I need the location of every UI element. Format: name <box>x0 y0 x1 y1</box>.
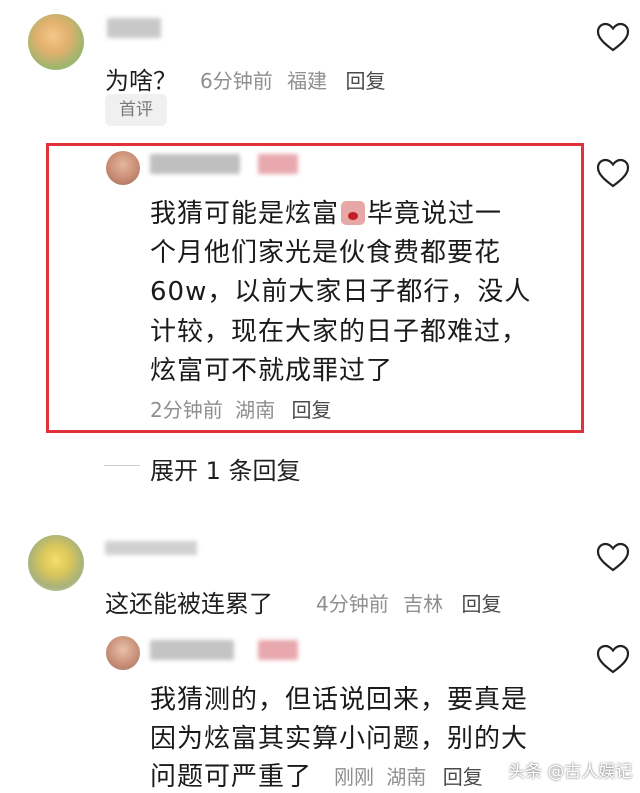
comment-text-line: 炫富可不就成罪过了 <box>150 356 394 386</box>
comment-text: 为啥？ <box>105 67 177 95</box>
reply-button[interactable]: 回复 <box>461 592 501 616</box>
comment-meta: 4分钟前 吉林 回复 <box>316 588 501 617</box>
comment-time: 4分钟前 <box>316 592 389 616</box>
avatar[interactable] <box>28 14 84 70</box>
user-tag-blurred <box>258 154 298 174</box>
comment-text-line: 个月他们家光是伙食费都要花 <box>150 238 502 268</box>
username-blurred[interactable] <box>105 541 197 555</box>
comment-text-line: 计较，现在大家的日子都难过， <box>150 317 529 347</box>
username-blurred[interactable] <box>150 640 234 660</box>
comment-text-line: 我猜测的，但话说回来，要真是 <box>150 685 529 715</box>
comment-time: 刚刚 <box>334 765 374 789</box>
heart-icon[interactable] <box>596 644 630 674</box>
heart-icon[interactable] <box>596 22 630 52</box>
comment-text-line: 60w，以前大家日子都行，没人 <box>150 277 532 307</box>
heart-icon[interactable] <box>596 158 630 188</box>
avatar[interactable] <box>106 151 140 185</box>
username-blurred[interactable] <box>107 18 161 38</box>
expand-divider <box>104 465 140 466</box>
avatar[interactable] <box>28 535 84 591</box>
comment-location: 吉林 <box>403 592 444 616</box>
comment-text-line: 问题可严重了 <box>150 762 313 792</box>
comment-time: 2分钟前 <box>150 398 223 422</box>
emoji-icon <box>341 201 366 225</box>
comment-text-segment: 我猜可能是炫富 <box>150 199 340 229</box>
heart-icon[interactable] <box>596 542 630 572</box>
comment-meta: 刚刚 湖南 回复 <box>334 761 483 790</box>
comment-location: 湖南 <box>386 765 427 789</box>
comment-text: 这还能被连累了 <box>105 590 273 618</box>
comment-location: 福建 <box>287 69 328 93</box>
comment-text-segment: 毕竟说过一 <box>367 199 503 229</box>
username-blurred[interactable] <box>150 154 240 174</box>
expand-replies-button[interactable]: 展开 1 条回复 <box>150 451 301 486</box>
avatar[interactable] <box>106 636 140 670</box>
comment-text-line: 因为炫富其实算小问题，别的大 <box>150 724 529 754</box>
comment-meta: 6分钟前 福建 回复 <box>200 65 385 94</box>
reply-button[interactable]: 回复 <box>443 765 483 789</box>
user-tag-blurred <box>258 640 298 660</box>
comment-time: 6分钟前 <box>200 69 273 93</box>
comment-text-line: 我猜可能是炫富 毕竟说过一 <box>150 193 502 230</box>
first-comment-badge: 首评 <box>105 94 167 126</box>
comment-meta: 2分钟前 湖南 回复 <box>150 394 331 423</box>
reply-button[interactable]: 回复 <box>291 398 331 422</box>
reply-button[interactable]: 回复 <box>345 69 385 93</box>
comment-location: 湖南 <box>235 398 276 422</box>
watermark: 头条 @古人娱记 <box>508 762 633 782</box>
